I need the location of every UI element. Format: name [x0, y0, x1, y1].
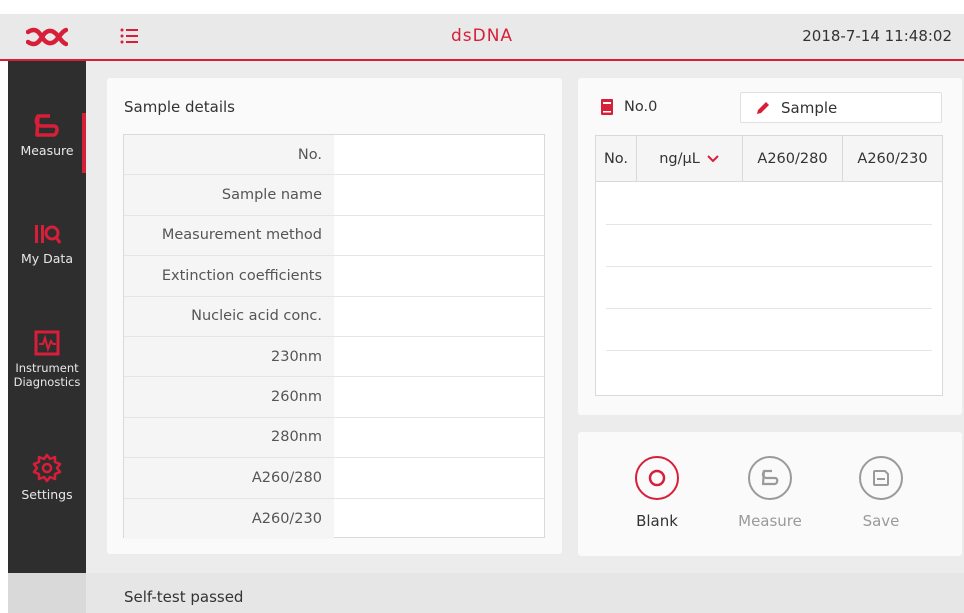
details-value [334, 458, 544, 497]
diagnostics-icon [34, 330, 60, 356]
column-header-label: No. [603, 151, 629, 167]
details-row: Extinction coefficients [124, 256, 544, 297]
results-panel: No.0 Sample No. ng/µL A260/280 A260/230 [578, 78, 962, 415]
sample-name-value: Sample [781, 98, 838, 117]
sidebar-item-measure[interactable]: Measure [8, 113, 86, 173]
details-key: Nucleic acid conc. [124, 296, 334, 336]
details-key: 280nm [124, 417, 334, 458]
details-value [334, 418, 544, 457]
blank-label: Blank [636, 512, 678, 530]
app-logo [8, 14, 86, 59]
details-value [334, 337, 544, 376]
save-icon [873, 470, 889, 486]
details-value [334, 175, 544, 214]
logo-icon [26, 27, 68, 46]
details-key: No. [124, 135, 334, 175]
details-row: 230nm [124, 337, 544, 378]
sample-details-title: Sample details [124, 98, 235, 116]
blank-icon [648, 469, 666, 487]
record-book-icon [601, 99, 613, 115]
blank-circle [635, 456, 679, 500]
datetime-display: 2018-7-14 11:48:02 [802, 27, 952, 45]
app-header: dsDNA 2018-7-14 11:48:02 [0, 14, 964, 61]
save-label: Save [862, 512, 900, 530]
menu-button[interactable] [116, 23, 142, 49]
details-row: 260nm [124, 377, 544, 418]
my-data-icon [35, 225, 62, 244]
measure-circle [748, 456, 792, 500]
chevron-down-icon [707, 155, 719, 163]
column-header-a260-280: A260/280 [743, 136, 843, 182]
row-divider [606, 308, 932, 309]
top-strip [0, 0, 964, 14]
save-circle [859, 456, 903, 500]
sample-details-table: No. Sample name Measurement method Extin… [123, 134, 545, 539]
details-value [334, 216, 544, 255]
details-row: Measurement method [124, 215, 544, 257]
details-value [334, 377, 544, 416]
record-number-label: No.0 [624, 99, 658, 115]
save-button[interactable]: Save [846, 456, 916, 530]
measure-icon [761, 469, 779, 486]
details-key: 260nm [124, 377, 334, 417]
measure-button[interactable]: Measure [735, 456, 805, 530]
sidebar-item-my-data[interactable]: My Data [8, 221, 86, 266]
details-row: Nucleic acid conc. [124, 296, 544, 337]
column-header-a260-230: A260/230 [843, 136, 942, 182]
details-row: No. [124, 135, 544, 176]
status-bar: Self-test passed [86, 573, 964, 613]
measure-icon [34, 114, 59, 137]
unit-dropdown[interactable]: ng/µL [637, 136, 743, 182]
blank-button[interactable]: Blank [622, 456, 692, 530]
details-row: A260/280 [124, 458, 544, 499]
details-row: A260/230 [124, 498, 544, 539]
sample-name-input[interactable]: Sample [740, 92, 942, 123]
details-key: 230nm [124, 337, 334, 377]
status-bar-left [8, 573, 86, 613]
row-divider [606, 350, 932, 351]
row-divider [606, 266, 932, 267]
details-value [334, 297, 544, 336]
unit-dropdown-label: ng/µL [659, 151, 700, 167]
details-value [334, 256, 544, 295]
sidebar-item-instrument-diagnostics[interactable]: Instrument Diagnostics [8, 329, 86, 389]
details-key: Sample name [124, 175, 334, 215]
column-header-no: No. [596, 136, 637, 182]
details-row: Sample name [124, 175, 544, 216]
record-number: No.0 [600, 94, 657, 120]
list-menu-icon [120, 28, 138, 44]
left-edge [0, 61, 8, 613]
sidebar-item-settings[interactable]: Settings [8, 453, 86, 502]
gear-icon [32, 453, 62, 483]
sidebar: Measure My Data Instrument Diagnostics S… [8, 61, 86, 613]
details-key: A260/230 [124, 498, 334, 539]
column-header-label: A260/280 [757, 151, 828, 167]
details-key: Measurement method [124, 215, 334, 256]
pencil-icon [757, 101, 769, 114]
results-table-header: No. ng/µL A260/280 A260/230 [596, 136, 942, 182]
sidebar-item-label: Settings [21, 487, 73, 502]
details-row: 280nm [124, 417, 544, 459]
results-table: No. ng/µL A260/280 A260/230 [595, 135, 943, 396]
action-panel: Blank Measure Save [578, 432, 962, 556]
row-divider [606, 224, 932, 225]
sample-details-panel: Sample details No. Sample name Measureme… [107, 78, 562, 554]
details-key: A260/280 [124, 458, 334, 498]
details-key: Extinction coefficients [124, 256, 334, 296]
sidebar-item-label: Instrument Diagnostics [13, 361, 81, 389]
details-value [334, 499, 544, 539]
column-header-label: A260/230 [857, 151, 928, 167]
details-value [334, 135, 544, 174]
sidebar-item-label: My Data [20, 251, 73, 266]
measure-label: Measure [738, 512, 802, 530]
status-text: Self-test passed [124, 588, 244, 606]
sidebar-item-label: Measure [20, 143, 74, 158]
